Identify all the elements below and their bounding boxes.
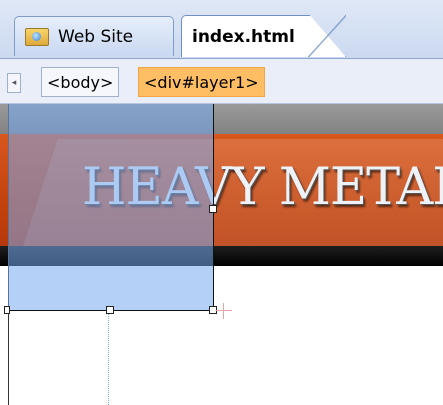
resize-handle-bottom-left[interactable] <box>4 306 10 314</box>
website-folder-icon <box>25 27 49 46</box>
tag-label: <body> <box>47 72 114 92</box>
tab-label: Web Site <box>58 26 134 47</box>
tag-div-layer1[interactable]: <div#layer1> <box>138 67 265 97</box>
scroll-left-icon[interactable]: ◂ <box>7 73 21 93</box>
tag-selector-bar: ◂ <body> <div#layer1> <box>0 59 443 104</box>
resize-handle-bottom[interactable] <box>106 306 114 314</box>
resize-handle-right[interactable] <box>209 205 217 213</box>
guide-line <box>108 314 109 405</box>
tab-label: index.html <box>192 26 295 47</box>
resize-handle-bottom-right[interactable] <box>209 306 217 314</box>
tag-label: <div#layer1> <box>144 72 259 92</box>
tab-index-html[interactable]: index.html <box>181 15 346 57</box>
design-canvas[interactable]: HEAVY METAL <box>0 104 443 405</box>
editor-window: Web Site index.html ◂ <body> <div#layer1… <box>0 0 443 405</box>
selected-layer-div[interactable] <box>8 104 213 310</box>
document-tabs-bar: Web Site index.html <box>0 0 443 59</box>
tab-web-site[interactable]: Web Site <box>14 16 174 56</box>
crosshair-icon <box>216 303 232 319</box>
tag-body[interactable]: <body> <box>41 67 120 97</box>
